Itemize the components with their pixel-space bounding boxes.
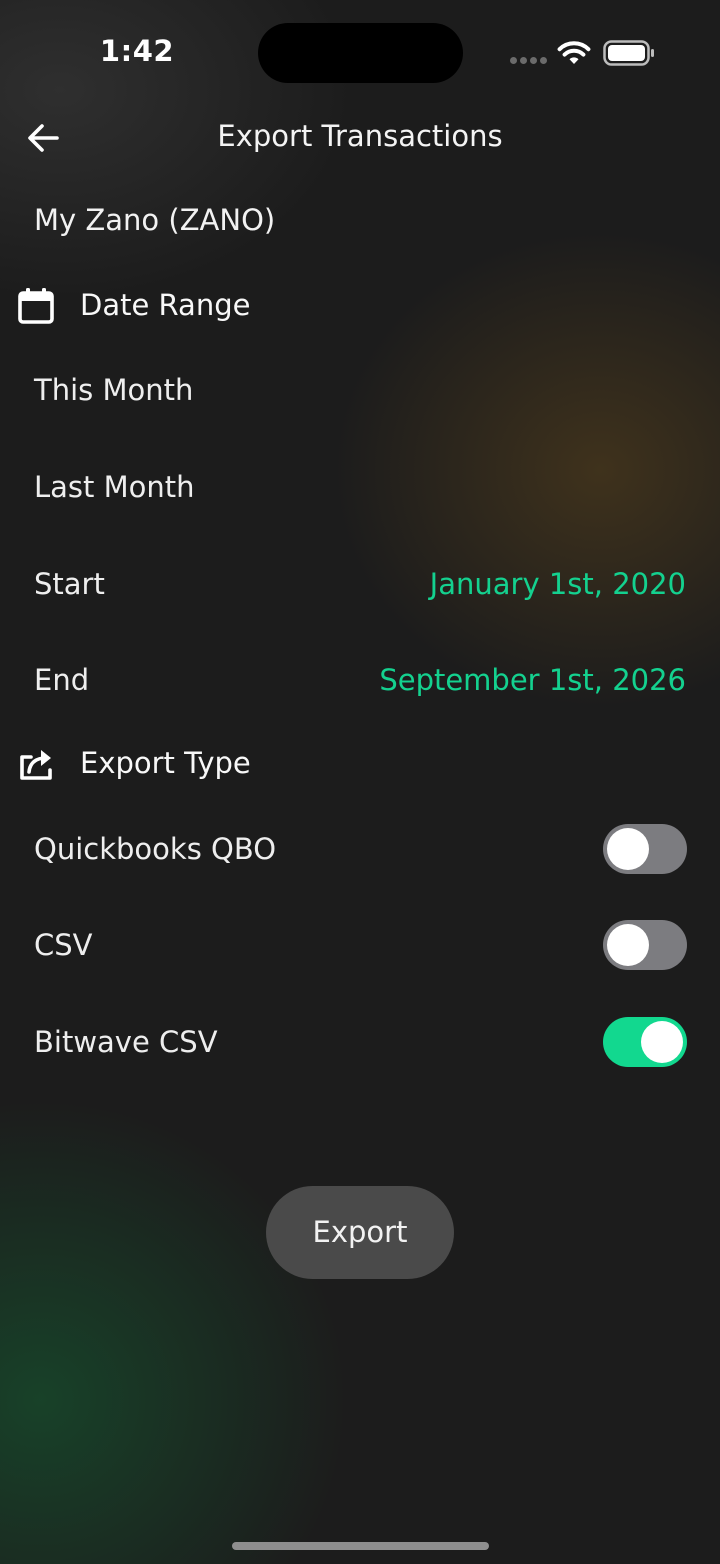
preset-this-month[interactable]: This Month (0, 342, 720, 438)
home-indicator[interactable] (232, 1542, 489, 1550)
export-transactions-screen: 1:42 Export Transactions My Zano (ZANO) … (0, 0, 720, 1564)
option-label: CSV (34, 928, 93, 962)
export-option-csv: CSV (0, 897, 720, 993)
preset-label: Last Month (34, 470, 195, 504)
status-time: 1:42 (99, 34, 175, 68)
wallet-name: My Zano (ZANO) (34, 203, 276, 237)
bitwave-csv-toggle[interactable] (603, 1017, 687, 1067)
option-label: Bitwave CSV (34, 1025, 218, 1059)
share-icon (20, 750, 52, 780)
wifi-icon (557, 41, 591, 64)
start-date-row[interactable]: Start January 1st, 2020 (0, 536, 720, 632)
toggle-knob (607, 828, 649, 870)
calendar-icon (18, 288, 54, 324)
end-label: End (34, 663, 90, 697)
toggle-knob (641, 1021, 683, 1063)
export-button[interactable]: Export (266, 1186, 454, 1279)
start-label: Start (34, 567, 105, 601)
export-option-quickbooks: Quickbooks QBO (0, 801, 720, 897)
start-date-value[interactable]: January 1st, 2020 (430, 536, 686, 632)
back-arrow-icon[interactable] (26, 122, 60, 154)
option-label: Quickbooks QBO (34, 832, 277, 866)
csv-toggle[interactable] (603, 920, 687, 970)
cellular-signal-icon (510, 57, 548, 65)
dynamic-island (258, 23, 463, 83)
preset-last-month[interactable]: Last Month (0, 439, 720, 535)
date-range-title: Date Range (80, 288, 251, 322)
battery-icon (603, 40, 654, 66)
export-option-bitwave-csv: Bitwave CSV (0, 994, 720, 1090)
page-title: Export Transactions (217, 119, 503, 153)
export-type-title: Export Type (80, 746, 251, 780)
toggle-knob (607, 924, 649, 966)
quickbooks-toggle[interactable] (603, 824, 687, 874)
end-date-row[interactable]: End September 1st, 2026 (0, 632, 720, 728)
end-date-value[interactable]: September 1st, 2026 (379, 632, 686, 728)
preset-label: This Month (34, 373, 194, 407)
